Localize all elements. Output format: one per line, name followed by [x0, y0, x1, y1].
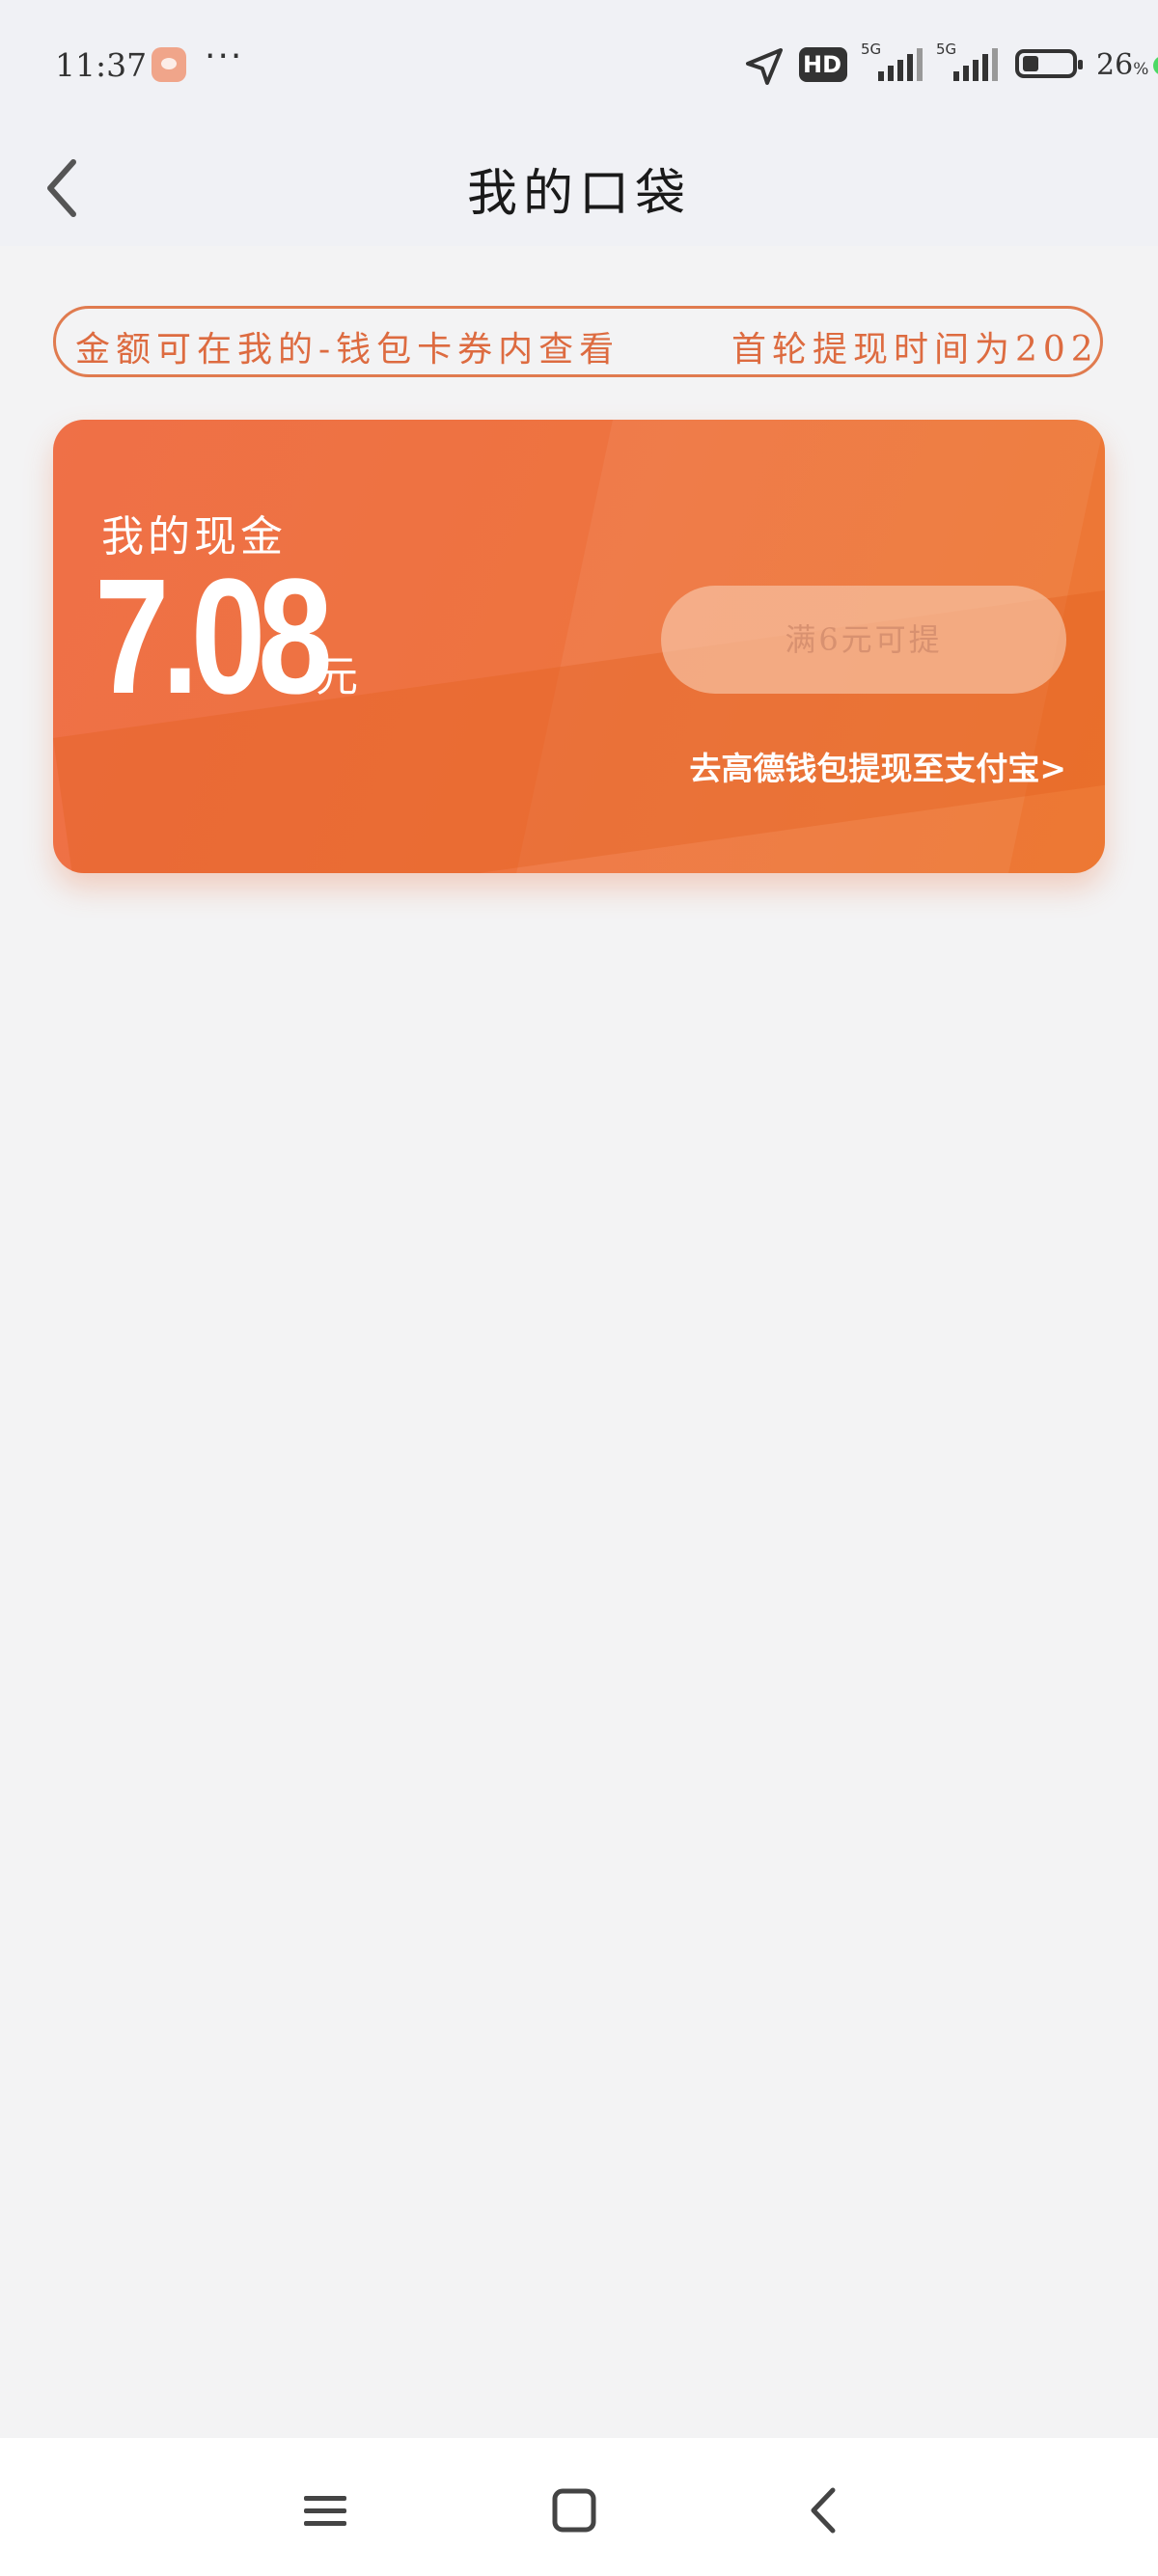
signal2-label: 5G — [936, 41, 956, 58]
signal1-label: 5G — [861, 41, 881, 58]
notice-marquee: 金额可在我的-钱包卡券内查看 首轮提现时间为2025 — [53, 306, 1103, 377]
more-notifications-icon: ··· — [205, 37, 244, 76]
home-square-icon[interactable] — [536, 2477, 613, 2544]
back-icon[interactable] — [786, 2477, 864, 2544]
location-icon — [746, 48, 783, 85]
signal-5g-icon-1: 5G — [861, 41, 923, 81]
cash-amount: 7.08 — [95, 545, 333, 728]
notice-text-2: 首轮提现时间为2025 — [731, 330, 1103, 370]
status-time: 11:37 — [55, 46, 148, 84]
signal-5g-icon-2: 5G — [936, 41, 998, 81]
notice-text-1: 金额可在我的-钱包卡券内查看 — [75, 330, 620, 370]
system-nav-bar — [0, 2438, 1158, 2576]
page-title: 我的口袋 — [466, 165, 691, 223]
app-notification-icon — [152, 47, 186, 82]
withdraw-button[interactable]: 满6元可提 — [661, 586, 1066, 694]
status-indicators: HD 5G 5G 26% — [618, 0, 1158, 130]
battery-icon — [1015, 49, 1083, 78]
cash-unit: 元 — [316, 652, 358, 701]
cash-card: 我的现金 7.08 元 满6元可提 去高德钱包提现至支付宝> — [53, 420, 1105, 873]
privacy-indicator-dot — [1153, 56, 1158, 75]
status-bar: 11:37 ··· HD 5G 5G 26% — [0, 0, 1158, 130]
menu-icon[interactable] — [287, 2477, 364, 2544]
battery-percent: 26% — [1096, 48, 1149, 82]
withdraw-to-alipay-link[interactable]: 去高德钱包提现至支付宝> — [666, 743, 1066, 789]
hd-voice-icon: HD — [799, 47, 847, 82]
